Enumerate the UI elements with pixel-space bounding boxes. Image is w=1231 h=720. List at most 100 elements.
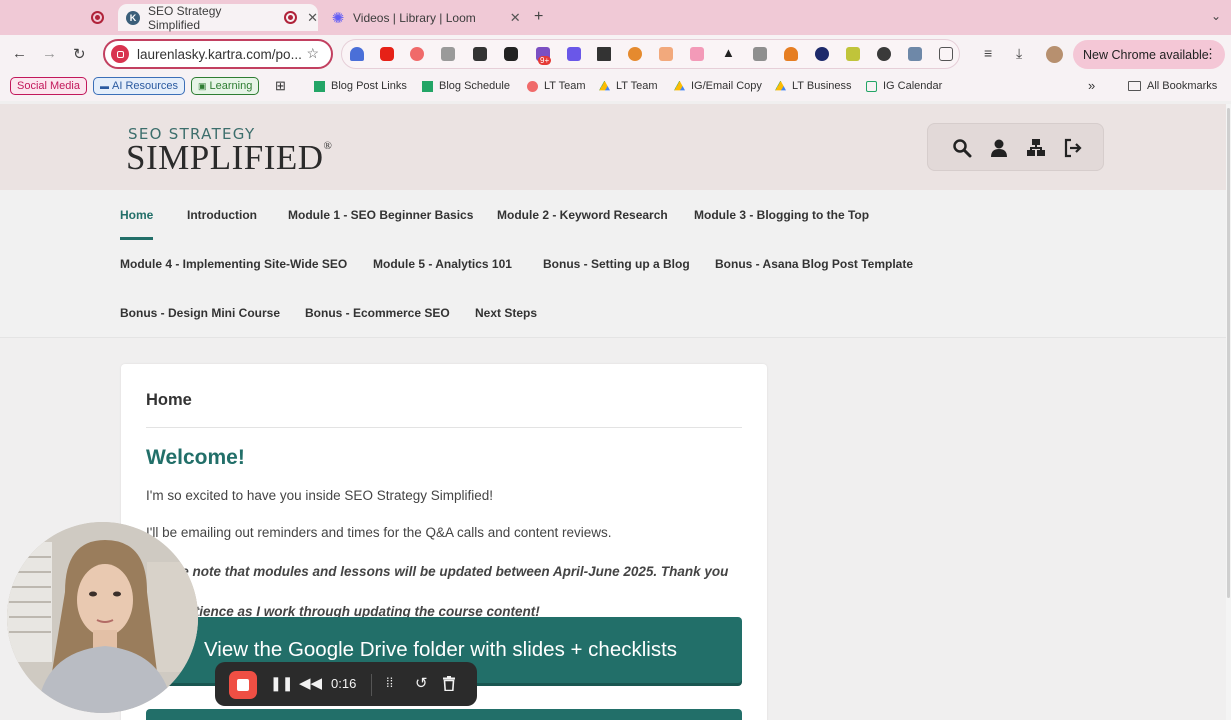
pinned-recording-tab[interactable] <box>89 4 105 31</box>
bookmark-group-label: Learning <box>209 80 253 92</box>
new-chrome-available-button[interactable]: New Chrome available ⋮ <box>1073 40 1225 69</box>
back-arrow-icon[interactable]: ← <box>12 45 27 62</box>
extension-a-icon[interactable]: ▲ <box>722 45 736 60</box>
nav-bonus-asana-template[interactable]: Bonus - Asana Blog Post Template <box>715 257 913 271</box>
divider <box>146 427 742 428</box>
extension-peach-icon[interactable] <box>659 47 673 61</box>
nav-module-3[interactable]: Module 3 - Blogging to the Top <box>694 208 869 222</box>
bookmark-label: Blog Schedule <box>439 80 510 92</box>
nav-module-2[interactable]: Module 2 - Keyword Research <box>497 208 668 222</box>
bookmark-group-ai-resources[interactable]: ▬ AI Resources <box>93 77 186 95</box>
scrollbar-thumb[interactable] <box>1227 108 1230 598</box>
stop-recording-button[interactable] <box>229 671 257 699</box>
address-bar[interactable]: laurenlasky.kartra.com/po... ☆ <box>103 39 333 69</box>
extension-d-icon[interactable] <box>567 47 581 61</box>
tab-search-chevron-icon[interactable]: ⌄ <box>1211 9 1221 23</box>
extension-v-icon[interactable] <box>350 47 364 61</box>
site-logo[interactable]: SIMPLIFIED® <box>126 138 332 178</box>
bookmark-label: IG Calendar <box>883 80 943 92</box>
nav-module-5[interactable]: Module 5 - Analytics 101 <box>373 257 512 271</box>
tab-loom[interactable]: ✺ Videos | Library | Loom ✕ <box>326 4 526 31</box>
extension-pink-icon[interactable] <box>690 47 704 61</box>
bookmark-group-learning[interactable]: ▣ Learning <box>191 77 260 95</box>
download-icon[interactable]: ⤓ <box>1016 45 1022 62</box>
secondary-button[interactable] <box>146 709 742 720</box>
forward-arrow-icon[interactable]: → <box>42 45 57 62</box>
new-tab-button[interactable]: + <box>534 8 543 26</box>
update-note: Please note that modules and lessons wil… <box>146 562 736 622</box>
nav-next-steps[interactable]: Next Steps <box>475 306 537 320</box>
extension-screen-icon[interactable] <box>908 47 922 61</box>
rewind-icon[interactable]: ◀◀ <box>299 674 322 692</box>
nav-home[interactable]: Home <box>120 208 153 222</box>
bookmark-label: LT Team <box>544 80 586 92</box>
bookmark-group-social-media[interactable]: Social Media <box>10 77 87 95</box>
extension-orange-icon[interactable] <box>628 47 642 61</box>
close-tab-icon[interactable]: ✕ <box>307 10 318 26</box>
bookmark-lt-business[interactable]: LT Business <box>775 80 852 92</box>
bookmark-blog-schedule[interactable]: Blog Schedule <box>422 80 510 92</box>
header-actions <box>927 123 1104 171</box>
site-info-icon[interactable] <box>111 45 129 63</box>
nav-bonus-blog-setup[interactable]: Bonus - Setting up a Blog <box>543 257 690 271</box>
extension-pen-icon[interactable] <box>877 47 891 61</box>
extension-yellow-icon[interactable] <box>846 47 860 61</box>
pause-icon[interactable]: ❚❚ <box>270 675 293 692</box>
logo-text: SIMPLIFIED <box>126 138 324 177</box>
loom-icon: ✺ <box>331 9 345 27</box>
sitemap-icon[interactable] <box>1026 138 1046 158</box>
nav-module-1[interactable]: Module 1 - SEO Beginner Basics <box>288 208 473 222</box>
all-bookmarks-button[interactable]: All Bookmarks <box>1128 80 1217 92</box>
logout-icon[interactable] <box>1063 138 1083 158</box>
drawing-tools-icon[interactable]: ⁞⁞ <box>386 675 393 690</box>
bookmark-ig-email-copy[interactable]: IG/Email Copy <box>674 80 762 92</box>
extension-badge-count: 9+ <box>538 56 552 65</box>
divider <box>371 674 372 696</box>
youtube-extension-icon[interactable] <box>380 47 394 61</box>
grid-extension-icon[interactable] <box>597 47 611 61</box>
bookmark-lt-team-drive[interactable]: LT Team <box>599 80 658 92</box>
bookmarks-overflow-icon[interactable]: » <box>1088 78 1095 93</box>
close-tab-icon[interactable]: ✕ <box>510 10 521 26</box>
profile-avatar[interactable] <box>1046 46 1063 63</box>
tab-strip: K SEO Strategy Simplified ✕ ✺ Videos | L… <box>0 0 1231 35</box>
recording-indicator-icon <box>284 11 298 24</box>
emailing-paragraph: I'll be emailing out reminders and times… <box>146 525 612 540</box>
drive-icon <box>599 80 610 91</box>
extension-dark-icon[interactable] <box>473 47 487 61</box>
tab-seo-strategy[interactable]: K SEO Strategy Simplified ✕ <box>118 3 318 32</box>
nav-bonus-ecommerce[interactable]: Bonus - Ecommerce SEO <box>305 306 450 320</box>
extension-h-icon[interactable] <box>753 47 767 61</box>
extensions-puzzle-icon[interactable] <box>939 47 953 61</box>
page-title: Home <box>146 391 192 409</box>
tab-title: Videos | Library | Loom <box>353 10 476 25</box>
asana-extension-icon[interactable] <box>410 47 424 61</box>
camera-extension-icon[interactable] <box>441 47 455 61</box>
more-menu-icon[interactable]: ⋮ <box>1204 46 1217 62</box>
search-icon[interactable] <box>952 138 972 158</box>
trash-icon[interactable] <box>443 676 455 691</box>
user-icon[interactable] <box>989 138 1009 158</box>
tab-title: SEO Strategy Simplified <box>148 3 222 32</box>
webcam-bubble[interactable] <box>7 522 198 713</box>
restart-icon[interactable]: ↺ <box>415 674 428 692</box>
bookmark-star-icon[interactable]: ☆ <box>306 45 319 62</box>
all-bookmarks-label: All Bookmarks <box>1147 80 1218 92</box>
media-controls-icon[interactable]: ≡ <box>984 45 992 61</box>
extension-figure-icon[interactable] <box>784 47 798 61</box>
folder-icon: ▬ <box>100 81 109 91</box>
apps-grid-icon[interactable]: ⊞ <box>275 78 286 94</box>
nav-bonus-design[interactable]: Bonus - Design Mini Course <box>120 306 280 320</box>
bookmark-blog-post-links[interactable]: Blog Post Links <box>314 80 407 92</box>
extension-f-icon[interactable] <box>504 47 518 61</box>
nav-module-4[interactable]: Module 4 - Implementing Site-Wide SEO <box>120 257 347 271</box>
new-chrome-label: New Chrome available <box>1083 47 1209 62</box>
bookmark-lt-team-asana[interactable]: LT Team <box>527 80 586 92</box>
url-text: laurenlasky.kartra.com/po... <box>137 46 302 62</box>
nav-introduction[interactable]: Introduction <box>187 208 257 222</box>
bookmark-ig-calendar[interactable]: IG Calendar <box>866 80 942 92</box>
extension-c-icon[interactable] <box>815 47 829 61</box>
reload-icon[interactable]: ↻ <box>73 45 86 63</box>
sheets-icon <box>314 80 325 92</box>
page-scrollbar[interactable] <box>1226 104 1231 720</box>
